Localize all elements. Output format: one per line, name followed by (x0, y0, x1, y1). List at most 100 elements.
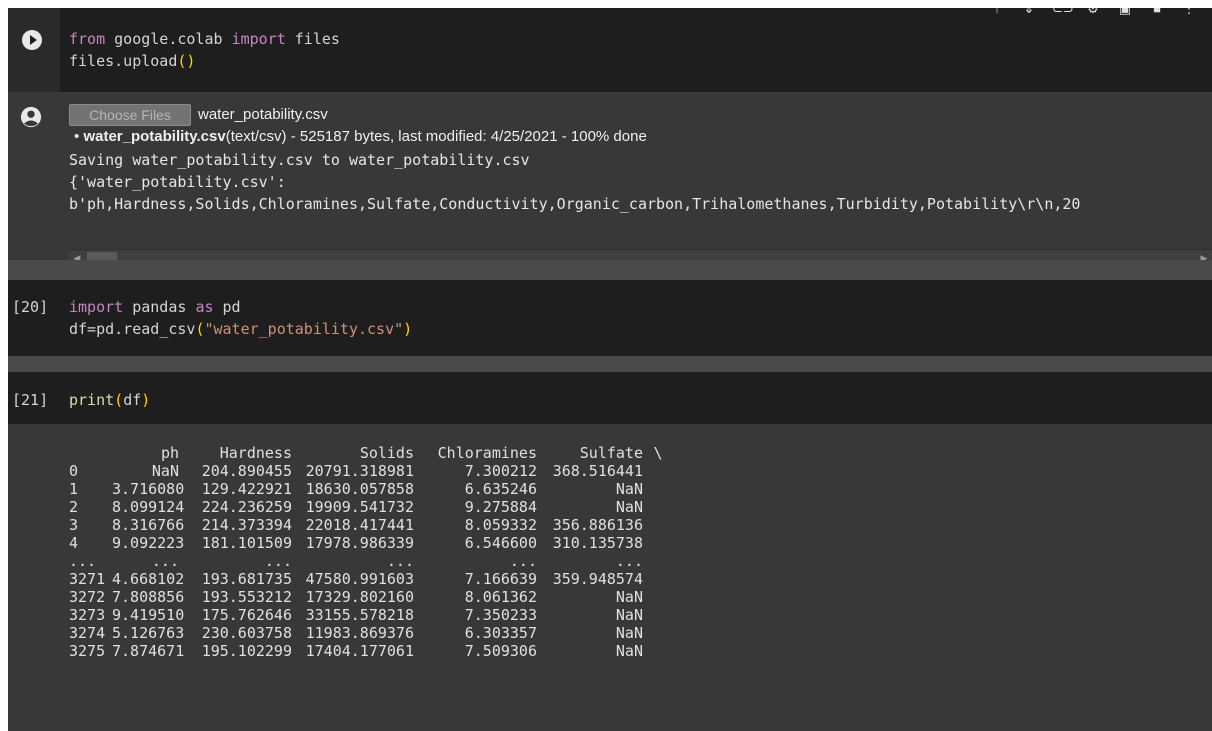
cell-toolbar: ↑ ⇓ ⊂⊃ ⚙ ▣ ■ ⋮ (988, 8, 1198, 22)
table-cell: NaN (615, 606, 643, 624)
table-cell: 7.808856 (112, 588, 185, 606)
table-cell: 175.762646 (201, 606, 292, 624)
table-cell: 359.948574 (552, 570, 643, 588)
table-cell: NaN (615, 480, 643, 498)
output-upload: Choose Files water_potability.csv • wate… (8, 92, 1212, 266)
table-cell: NaN (151, 462, 179, 480)
table-cell: ... (386, 552, 414, 570)
table-cell: 356.886136 (552, 516, 643, 534)
table-row: 3274 5.126763 230.603758 11983.869376 6.3033… (69, 624, 673, 642)
arrow-up-icon[interactable]: ↑ (988, 8, 1006, 16)
table-row: 1 3.716080 129.422921 18630.057858 6.635246 N… (69, 480, 673, 498)
table-cell: 224.236259 (201, 498, 292, 516)
table-cell: 0 (69, 462, 79, 480)
table-cell: 9.419510 (112, 606, 185, 624)
table-cell: 20791.318981 (305, 462, 414, 480)
delete-icon[interactable]: ■ (1148, 8, 1166, 16)
table-cell: NaN (615, 642, 643, 660)
code-cell-20[interactable]: [20] import pandas as pd df=pd.read_csv(… (8, 280, 1212, 356)
notebook: from google.colab import files files.upl… (8, 8, 1212, 731)
table-cell: 6.546600 (464, 534, 537, 552)
dataframe-text: ph Hardness Solids Chloramines Sulfate \… (69, 444, 673, 660)
table-cell: NaN (615, 588, 643, 606)
table-cell: 5.126763 (112, 624, 185, 642)
cell-separator (8, 356, 1212, 372)
table-cell: 19909.541732 (305, 498, 414, 516)
table-cell: ... (615, 552, 643, 570)
table-cell: 6.635246 (464, 480, 537, 498)
table-cell: NaN (615, 498, 643, 516)
table-cell: 18630.057858 (305, 480, 414, 498)
table-cell: 17329.802160 (305, 588, 414, 606)
table-cell: NaN (615, 624, 643, 642)
execution-count: [21] (12, 391, 49, 409)
table-cell: 129.422921 (201, 480, 292, 498)
table-cell: 230.603758 (201, 624, 292, 642)
table-cell: 214.373394 (201, 516, 292, 534)
table-cell: 9.275884 (464, 498, 537, 516)
table-row: 3272 7.808856 193.553212 17329.802160 8.0613… (69, 588, 673, 606)
table-cell: 7.300212 (464, 462, 537, 480)
df-header-row: ph Hardness Solids Chloramines Sulfate \ (160, 444, 663, 462)
table-cell: 3271 (69, 570, 106, 588)
execution-count: [20] (12, 298, 49, 316)
table-cell: 3273 (69, 606, 106, 624)
mirror-cell-icon[interactable]: ▣ (1116, 8, 1134, 16)
table-cell: ... (264, 552, 292, 570)
code-cell-upload[interactable]: from google.colab import files files.upl… (8, 8, 1212, 92)
table-cell: 7.166639 (464, 570, 537, 588)
table-cell: 17404.177061 (305, 642, 414, 660)
table-cell: 195.102299 (201, 642, 292, 660)
table-cell: ... (69, 552, 97, 570)
table-cell: 310.135738 (552, 534, 643, 552)
table-cell: 47580.991603 (305, 570, 414, 588)
code-editor[interactable]: print(df) (69, 389, 150, 411)
table-cell: 11983.869376 (305, 624, 414, 642)
table-cell: 3274 (69, 624, 106, 642)
table-cell: 3.716080 (112, 480, 185, 498)
table-row: 3271 4.668102 193.681735 47580.991603 7.1666… (69, 570, 673, 588)
arrow-down-icon[interactable]: ⇓ (1020, 8, 1038, 16)
table-cell: 8.099124 (112, 498, 185, 516)
table-cell: 8.059332 (464, 516, 537, 534)
table-cell: 3 (69, 516, 79, 534)
table-row: 4 9.092223 181.101509 17978.986339 6.546600 3… (69, 534, 673, 552)
code-cell-21[interactable]: [21] print(df) (8, 372, 1212, 424)
code-editor[interactable]: import pandas as pd df=pd.read_csv("wate… (69, 296, 412, 340)
output-dataframe: ph Hardness Solids Chloramines Sulfate \… (8, 424, 1212, 731)
table-cell: 204.890455 (201, 462, 292, 480)
table-cell: ... (151, 552, 179, 570)
cell-separator (8, 260, 1212, 280)
choose-files-button[interactable]: Choose Files (69, 104, 191, 126)
table-cell: 368.516441 (552, 462, 643, 480)
table-cell: 2 (69, 498, 79, 516)
table-cell: 1 (69, 480, 79, 498)
table-row: 3275 7.874671 195.102299 17404.177061 7.5093… (69, 642, 673, 660)
code-keyword: from (69, 30, 106, 48)
table-cell: 7.874671 (112, 642, 185, 660)
table-cell: ... (509, 552, 537, 570)
table-cell: 193.681735 (201, 570, 292, 588)
link-icon[interactable]: ⊂⊃ (1052, 8, 1074, 16)
table-cell: 17978.986339 (305, 534, 414, 552)
table-cell: 22018.417441 (305, 516, 414, 534)
play-circle-icon[interactable] (22, 30, 42, 50)
table-cell: 181.101509 (201, 534, 292, 552)
table-cell: 193.553212 (201, 588, 292, 606)
table-cell: 3272 (69, 588, 106, 606)
gear-icon[interactable]: ⚙ (1084, 8, 1102, 16)
chosen-file-name: water_potability.csv (198, 106, 328, 123)
table-row: 3 8.316766 214.373394 22018.417441 8.059332 3… (69, 516, 673, 534)
table-row: .................. (69, 552, 673, 570)
upload-status: • water_potability.csv(text/csv) - 52518… (74, 128, 647, 145)
table-cell: 9.092223 (112, 534, 185, 552)
table-cell: 7.509306 (464, 642, 537, 660)
table-cell: 6.303357 (464, 624, 537, 642)
table-cell: 33155.578218 (305, 606, 414, 624)
table-row: 0 NaN 204.890455 20791.318981 7.300212 368.51… (69, 462, 673, 480)
table-row: 2 8.099124 224.236259 19909.541732 9.275884 N… (69, 498, 673, 516)
table-cell: 4.668102 (112, 570, 185, 588)
more-vert-icon[interactable]: ⋮ (1180, 8, 1198, 16)
code-editor[interactable]: from google.colab import files files.upl… (69, 28, 340, 72)
account-circle-icon (20, 106, 42, 128)
